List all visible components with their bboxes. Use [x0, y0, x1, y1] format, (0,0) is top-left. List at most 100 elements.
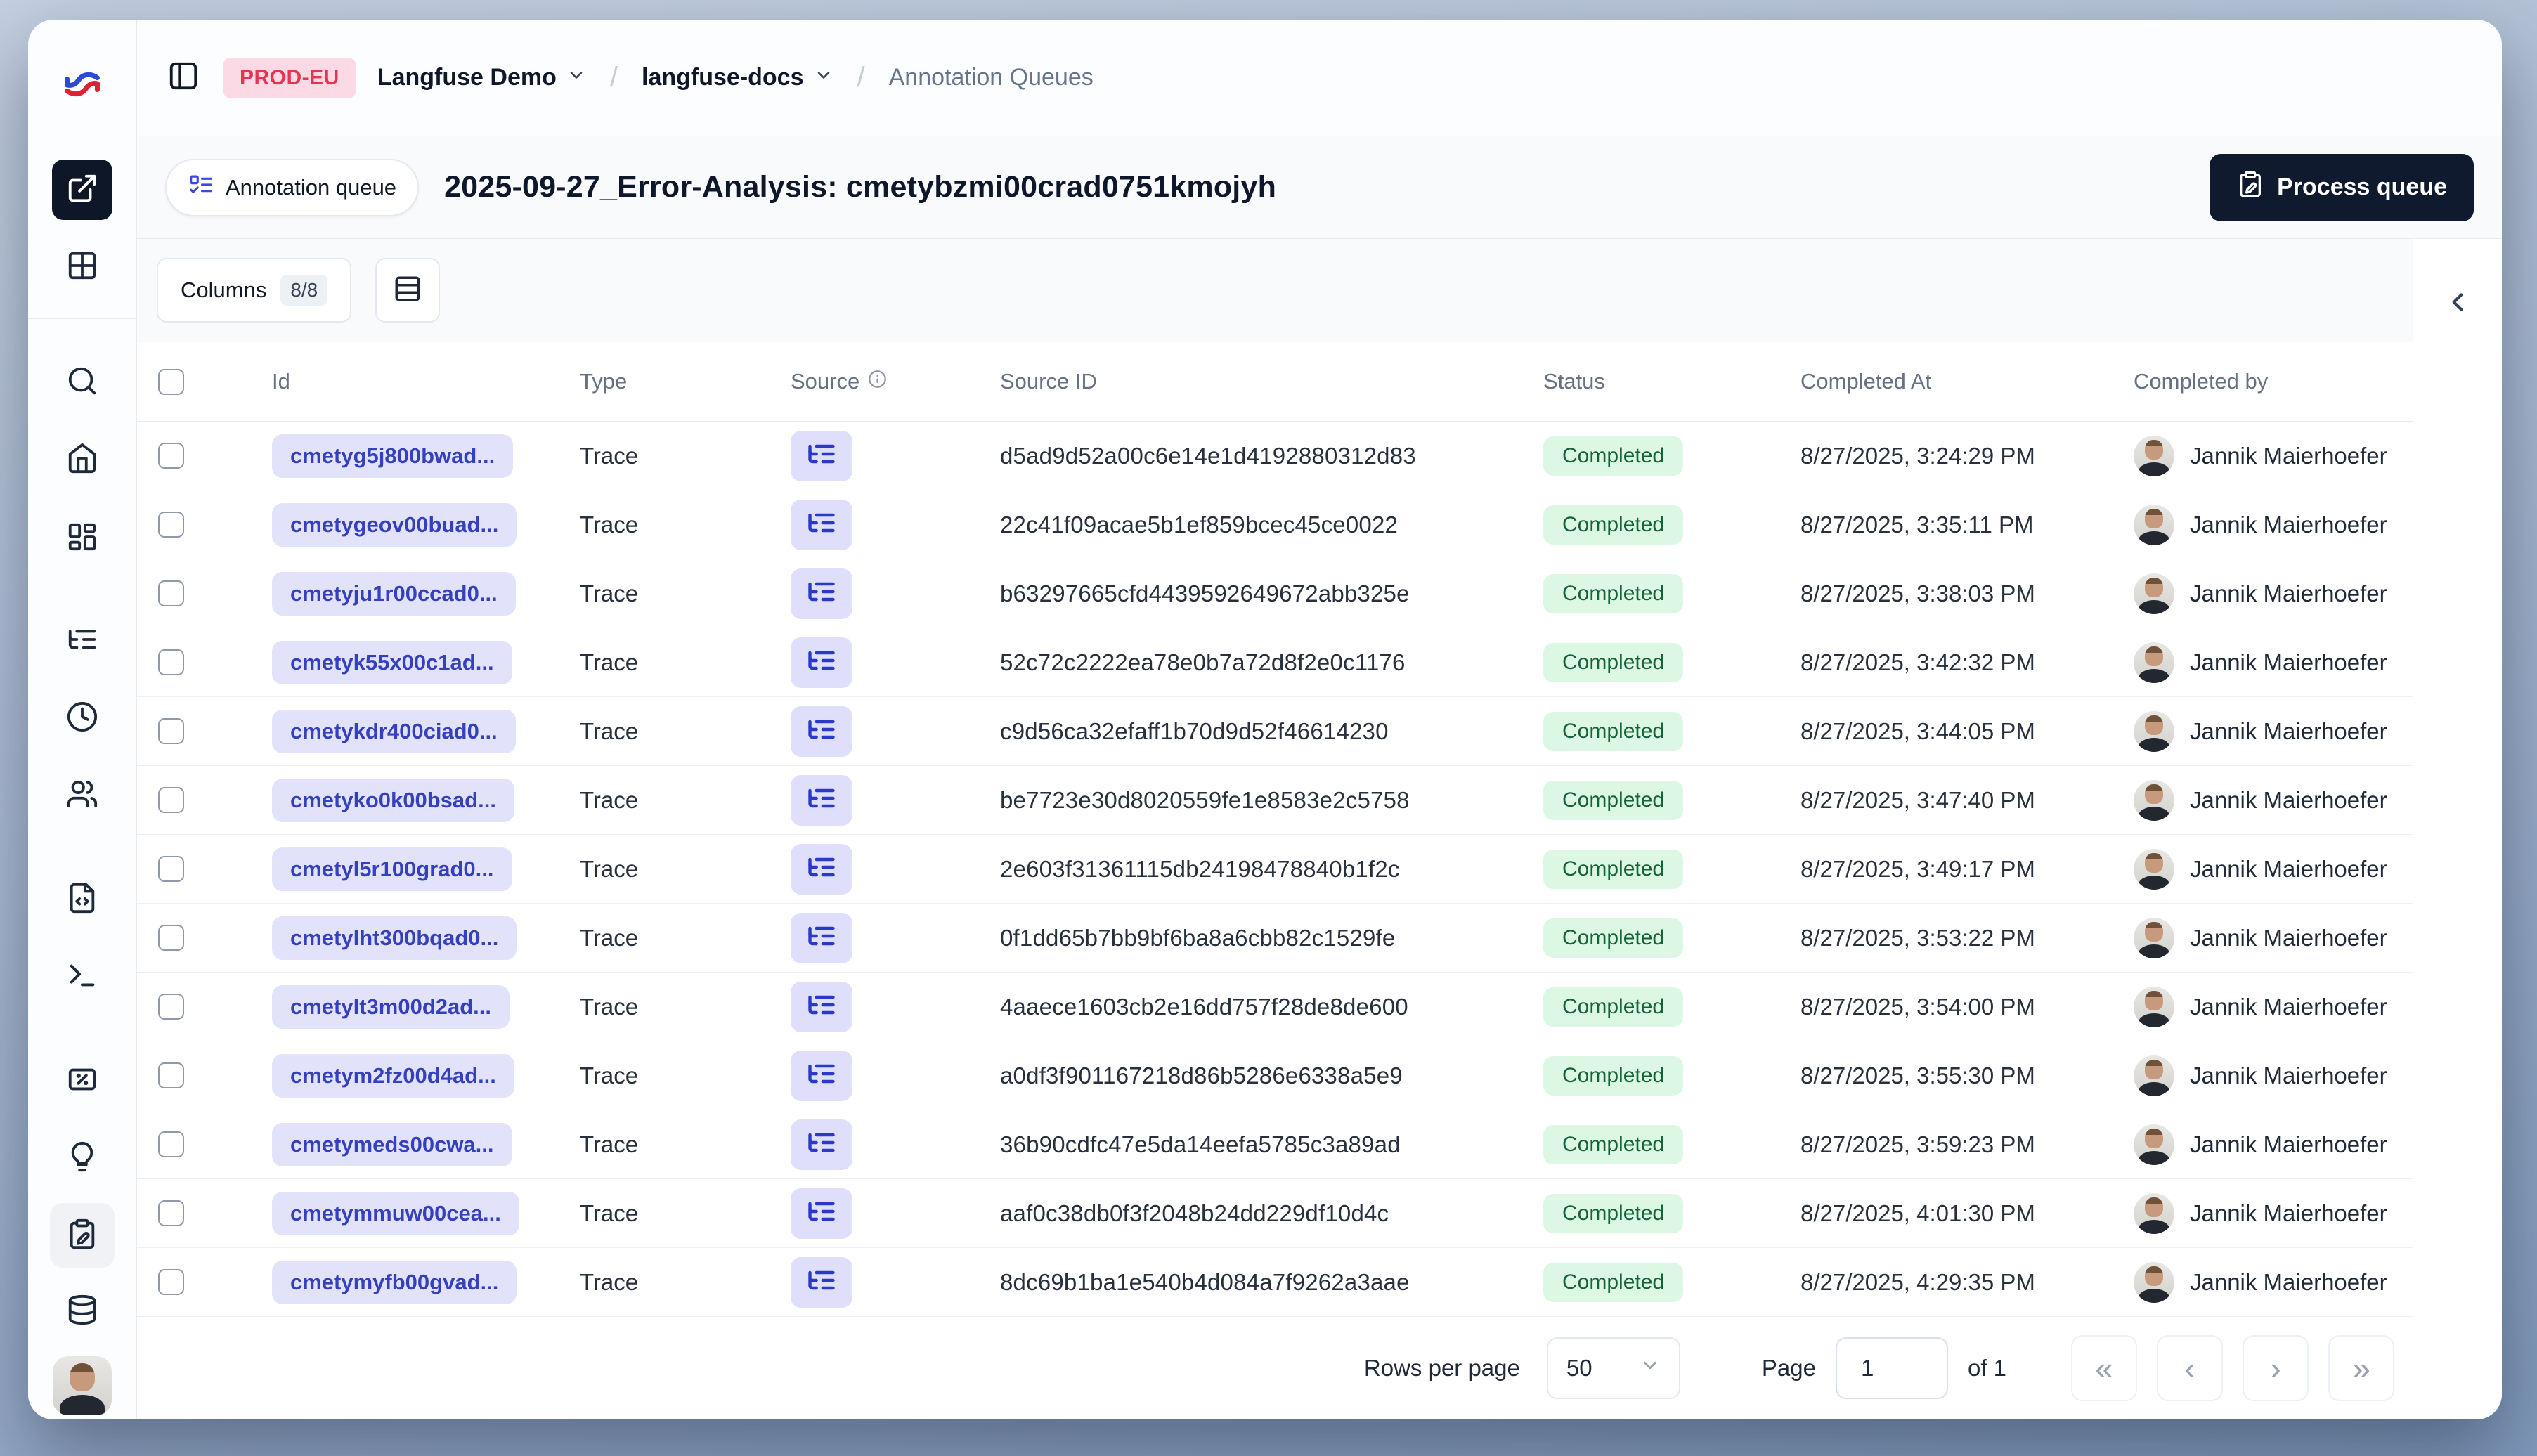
columns-button[interactable]: Columns 8/8	[157, 258, 352, 323]
sidebar-item-search[interactable]	[50, 350, 115, 415]
last-page-button[interactable]: »	[2328, 1335, 2394, 1401]
previous-page-button[interactable]: ‹	[2157, 1335, 2223, 1401]
trace-source-button[interactable]	[791, 1119, 852, 1170]
header-status[interactable]: Status	[1543, 369, 1800, 394]
sidebar-item-dashboards[interactable]	[50, 506, 115, 571]
user-menu[interactable]	[50, 1353, 115, 1418]
row-id-link[interactable]: cmetylht300bqad0...	[272, 916, 517, 960]
sidebar-item-insights[interactable]	[50, 1126, 115, 1190]
sidebar-item-table-view[interactable]	[50, 235, 115, 299]
rows-per-page-select[interactable]: 50	[1546, 1337, 1680, 1399]
select-all-checkbox[interactable]	[158, 368, 184, 395]
breadcrumb-org[interactable]: Langfuse Demo	[377, 64, 586, 91]
first-page-button[interactable]: «	[2071, 1335, 2137, 1401]
header-type[interactable]: Type	[580, 369, 791, 394]
annotation-queue-badge[interactable]: Annotation queue	[165, 158, 420, 216]
table-row[interactable]: cmetyju1r00ccad0... Trace b63297665cfd44…	[137, 559, 2413, 628]
sidebar-item-annotation-queues[interactable]	[50, 1203, 115, 1268]
trace-source-button[interactable]	[791, 1188, 852, 1239]
row-type: Trace	[580, 717, 639, 744]
sidebar-item-tracing[interactable]	[50, 609, 115, 673]
chevron-right-icon: ›	[2270, 1350, 2281, 1386]
table-row[interactable]: cmetyk55x00c1ad... Trace 52c72c2222ea78e…	[137, 628, 2413, 697]
row-id-link[interactable]: cmetym2fz00d4ad...	[272, 1053, 514, 1098]
table-row[interactable]: cmetykdr400ciad0... Trace c9d56ca32efaff…	[137, 697, 2413, 766]
table-row[interactable]: cmetymmuw00cea... Trace aaf0c38db0f3f204…	[137, 1179, 2413, 1248]
row-id-link[interactable]: cmetykdr400ciad0...	[272, 709, 516, 753]
sidebar-item-home[interactable]	[50, 427, 115, 492]
info-icon[interactable]	[868, 369, 887, 394]
sidebar-item-playground[interactable]	[50, 944, 115, 1009]
header-completed-at[interactable]: Completed At	[1800, 369, 2134, 394]
table-row[interactable]: cmetymeds00cwa... Trace 36b90cdfc47e5da1…	[137, 1110, 2413, 1179]
row-checkbox[interactable]	[158, 856, 184, 882]
row-id-link[interactable]: cmetyl5r100grad0...	[272, 847, 512, 891]
sidebar-toggle-button[interactable]	[165, 60, 202, 96]
header-completed-by[interactable]: Completed by	[2134, 369, 2413, 394]
row-id-link[interactable]: cmetymeds00cwa...	[272, 1122, 512, 1166]
trace-source-button[interactable]	[791, 706, 852, 757]
trace-source-button[interactable]	[791, 499, 852, 550]
row-checkbox[interactable]	[158, 443, 184, 469]
sidebar-item-datasets[interactable]	[50, 1279, 115, 1344]
row-id-link[interactable]: cmetygeov00buad...	[272, 502, 517, 547]
sidebar-item-prompts[interactable]	[50, 867, 115, 932]
trace-source-button[interactable]	[791, 430, 852, 481]
row-checkbox[interactable]	[158, 649, 184, 675]
trace-source-button[interactable]	[791, 568, 852, 619]
row-id-link[interactable]: cmetyju1r00ccad0...	[272, 571, 516, 616]
trace-source-button[interactable]	[791, 1050, 852, 1101]
trace-source-button[interactable]	[791, 774, 852, 826]
row-height-button[interactable]	[375, 258, 441, 323]
user-avatar	[2134, 779, 2174, 821]
table-row[interactable]: cmetyko0k00bsad... Trace be7723e30d80205…	[137, 766, 2413, 835]
breadcrumb-section[interactable]: Annotation Queues	[889, 64, 1094, 91]
process-queue-button[interactable]: Process queue	[2210, 153, 2474, 221]
row-checkbox[interactable]	[158, 718, 184, 744]
collapse-panel-button[interactable]	[2432, 278, 2483, 329]
row-checkbox[interactable]	[158, 512, 184, 538]
row-checkbox[interactable]	[158, 787, 184, 813]
row-checkbox[interactable]	[158, 1062, 184, 1088]
environment-badge[interactable]: PROD-EU	[223, 57, 356, 98]
next-page-button[interactable]: ›	[2243, 1335, 2309, 1401]
open-in-new-button[interactable]	[52, 160, 112, 220]
table-row[interactable]: cmetygeov00buad... Trace 22c41f09acae5b1…	[137, 490, 2413, 559]
table-row[interactable]: cmetyg5j800bwad... Trace d5ad9d52a00c6e1…	[137, 422, 2413, 490]
trace-source-button[interactable]	[791, 912, 852, 963]
sidebar-item-users[interactable]	[50, 763, 115, 828]
table-row[interactable]: cmetylht300bqad0... Trace 0f1dd65b7bb9bf…	[137, 904, 2413, 973]
row-checkbox[interactable]	[158, 925, 184, 951]
table-row[interactable]: cmetyl5r100grad0... Trace 2e603f31361115…	[137, 835, 2413, 904]
header-source-id[interactable]: Source ID	[1000, 369, 1543, 394]
header-source[interactable]: Source	[791, 369, 1000, 394]
row-completed-by: Jannik Maierhoefer	[2190, 580, 2387, 606]
row-id-link[interactable]: cmetymmuw00cea...	[272, 1191, 519, 1235]
row-type: Trace	[580, 511, 639, 538]
file-code-icon	[66, 882, 98, 918]
trace-source-button[interactable]	[791, 843, 852, 895]
row-checkbox[interactable]	[158, 1269, 184, 1295]
trace-source-button[interactable]	[791, 1256, 852, 1308]
table-row[interactable]: cmetym2fz00d4ad... Trace a0df3f901167218…	[137, 1041, 2413, 1110]
row-id-link[interactable]: cmetyk55x00c1ad...	[272, 640, 512, 684]
row-id-link[interactable]: cmetyko0k00bsad...	[272, 778, 514, 822]
sidebar-item-sessions[interactable]	[50, 686, 115, 750]
breadcrumb-project[interactable]: langfuse-docs	[642, 64, 833, 91]
row-checkbox[interactable]	[158, 1131, 184, 1157]
row-id-link[interactable]: cmetylt3m00d2ad...	[272, 984, 510, 1029]
header-id[interactable]: Id	[272, 369, 580, 394]
row-id-link[interactable]: cmetyg5j800bwad...	[272, 434, 514, 478]
row-id-link[interactable]: cmetymyfb00gvad...	[272, 1260, 517, 1304]
row-source-id: c9d56ca32efaff1b70d9d52f46614230	[1000, 717, 1389, 744]
page-number-input[interactable]	[1835, 1337, 1948, 1399]
table-row[interactable]: cmetymyfb00gvad... Trace 8dc69b1ba1e540b…	[137, 1248, 2413, 1317]
sidebar-item-evaluation[interactable]	[50, 1048, 115, 1113]
row-completed-at: 8/27/2025, 3:49:17 PM	[1800, 855, 2035, 882]
trace-source-button[interactable]	[791, 981, 852, 1032]
trace-source-button[interactable]	[791, 637, 852, 688]
row-checkbox[interactable]	[158, 994, 184, 1020]
row-checkbox[interactable]	[158, 580, 184, 606]
row-checkbox[interactable]	[158, 1200, 184, 1226]
table-row[interactable]: cmetylt3m00d2ad... Trace 4aaece1603cb2e1…	[137, 973, 2413, 1041]
